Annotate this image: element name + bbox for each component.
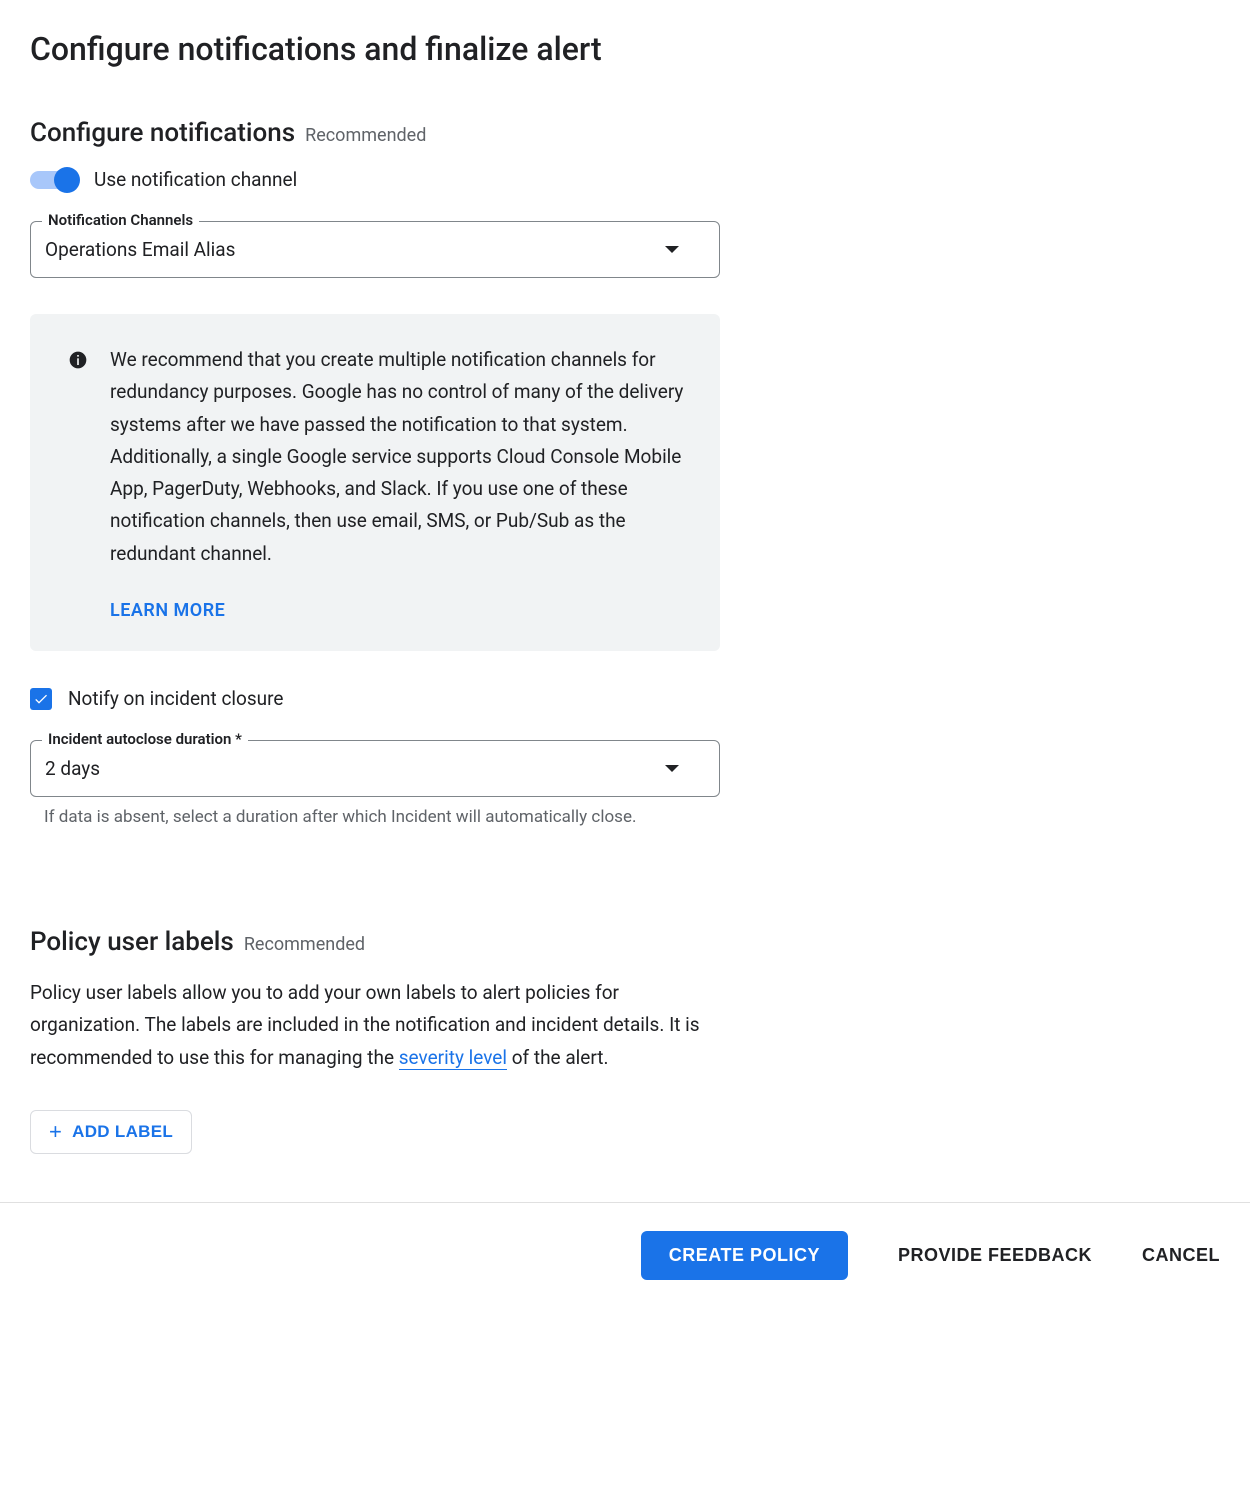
recommended-badge: Recommended — [305, 125, 426, 146]
labels-section-header: Policy user labels Recommended — [30, 927, 720, 957]
footer-actions: CREATE POLICY PROVIDE FEEDBACK CANCEL — [0, 1202, 1250, 1308]
notification-channels-label: Notification Channels — [42, 211, 199, 229]
recommended-badge: Recommended — [244, 934, 365, 955]
chevron-down-icon — [665, 765, 679, 772]
autoclose-helper-text: If data is absent, select a duration aft… — [44, 807, 720, 827]
cancel-button[interactable]: CANCEL — [1142, 1245, 1220, 1266]
autoclose-duration-select[interactable]: 2 days — [30, 740, 720, 797]
notifications-section-title: Configure notifications — [30, 118, 295, 148]
autoclose-duration-label: Incident autoclose duration * — [42, 730, 248, 748]
add-label-text: ADD LABEL — [72, 1122, 173, 1142]
learn-more-link[interactable]: LEARN MORE — [110, 600, 690, 621]
notification-channels-select[interactable]: Operations Email Alias — [30, 221, 720, 278]
autoclose-duration-value: 2 days — [45, 757, 100, 780]
severity-level-link[interactable]: severity level — [399, 1046, 507, 1070]
labels-desc-text-after: of the alert. — [507, 1046, 609, 1069]
notification-info-box: We recommend that you create multiple no… — [30, 314, 720, 651]
provide-feedback-button[interactable]: PROVIDE FEEDBACK — [898, 1245, 1092, 1266]
policy-labels-section: Policy user labels Recommended Policy us… — [30, 927, 720, 1154]
add-label-button[interactable]: + ADD LABEL — [30, 1110, 192, 1154]
use-notification-channel-toggle[interactable] — [30, 171, 74, 189]
page-title: Configure notifications and finalize ale… — [30, 30, 720, 68]
info-icon — [68, 350, 88, 374]
plus-icon: + — [49, 1121, 62, 1143]
notification-channels-field: Notification Channels Operations Email A… — [30, 221, 720, 278]
use-notification-channel-row: Use notification channel — [30, 168, 720, 191]
notify-closure-row: Notify on incident closure — [30, 687, 720, 710]
use-notification-channel-label: Use notification channel — [94, 168, 297, 191]
notifications-section-header: Configure notifications Recommended — [30, 118, 720, 148]
notify-closure-checkbox[interactable] — [30, 688, 52, 710]
autoclose-duration-field: Incident autoclose duration * 2 days — [30, 740, 720, 797]
create-policy-button[interactable]: CREATE POLICY — [641, 1231, 848, 1280]
labels-description: Policy user labels allow you to add your… — [30, 977, 720, 1074]
labels-section-title: Policy user labels — [30, 927, 234, 957]
notification-channels-value: Operations Email Alias — [45, 238, 235, 261]
chevron-down-icon — [665, 246, 679, 253]
notify-closure-label: Notify on incident closure — [68, 687, 284, 710]
notification-info-text: We recommend that you create multiple no… — [110, 344, 690, 570]
